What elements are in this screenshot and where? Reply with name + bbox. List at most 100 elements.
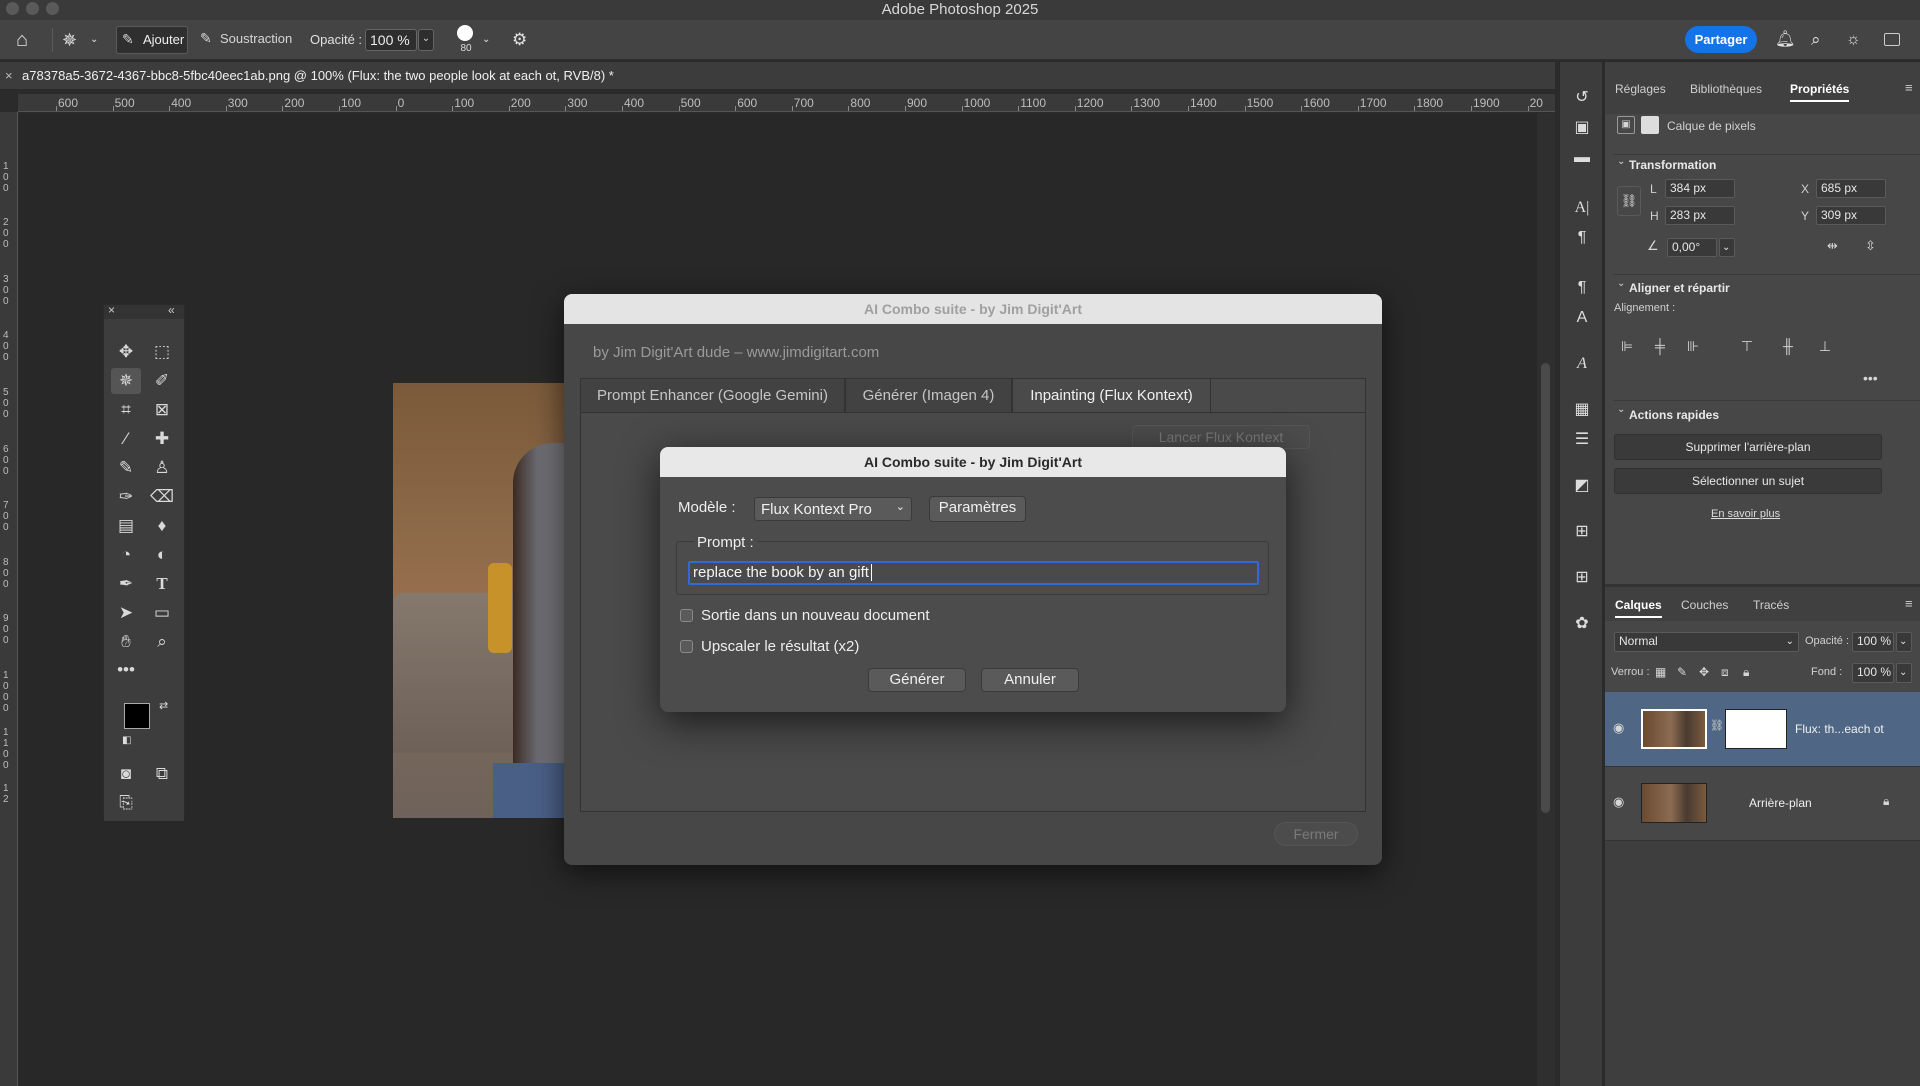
more-options-icon[interactable]: ••• (1863, 370, 1878, 386)
lock-all-icon[interactable]: 🔒︎ (1743, 665, 1749, 680)
collapse-toolbox-icon[interactable]: « (168, 303, 175, 317)
close-window-button[interactable] (6, 2, 19, 15)
chevron-down-icon[interactable]: ⌄ (1617, 156, 1625, 167)
move-tool-icon[interactable]: ✥ (111, 339, 141, 365)
lock-pixels-icon[interactable]: ✎ (1677, 665, 1687, 679)
tab-paths[interactable]: Tracés (1753, 592, 1789, 618)
stamp-tool-icon[interactable]: ♙ (147, 455, 177, 481)
pen-tool-icon[interactable]: ✒ (111, 571, 141, 597)
eraser-tool-icon[interactable]: ⌫ (147, 484, 177, 510)
document-tab[interactable]: × a78378a5-3672-4367-bbc8-5fbc40eec1ab.p… (0, 62, 1555, 90)
dodge-tool-icon[interactable]: ◔ (111, 542, 141, 568)
screen-mode-icon[interactable]: ⧉ (147, 761, 177, 787)
flip-vertical-icon[interactable]: ⇳ (1865, 238, 1876, 254)
prompt-input[interactable]: replace the book by an gift (688, 561, 1259, 585)
tab-channels[interactable]: Couches (1681, 592, 1728, 618)
lightbulb-icon[interactable]: ☼ (1846, 20, 1866, 60)
parameters-button[interactable]: Paramètres (929, 496, 1026, 522)
history-icon[interactable]: ↺ (1570, 86, 1594, 110)
tab-prompt-enhancer[interactable]: Prompt Enhancer (Google Gemini) (580, 378, 845, 412)
notes-icon[interactable]: ☰ (1570, 428, 1594, 452)
quick-selection-tool-icon[interactable]: ✵ (111, 368, 141, 394)
default-colors-icon[interactable]: ◧ (122, 735, 131, 746)
plugin-icon[interactable]: ▣ (1570, 116, 1594, 140)
select-subject-button[interactable]: Sélectionner un sujet (1614, 468, 1882, 494)
layer-opacity-input[interactable]: 100 % (1852, 632, 1894, 652)
search-icon[interactable]: ⌕ (1811, 20, 1831, 60)
panel-menu-icon[interactable]: ≡ (1905, 80, 1913, 95)
adjustments-icon[interactable]: ◩ (1570, 474, 1594, 498)
brush-dropdown-icon[interactable]: ⌄ (482, 20, 494, 60)
layer-row[interactable]: ◉ Arrière-plan 🔒︎ (1605, 766, 1920, 840)
edit-toolbar-icon[interactable]: ⎘ (111, 790, 141, 816)
tab-properties[interactable]: Propriétés (1790, 76, 1850, 102)
type-tool-icon[interactable]: T (147, 571, 177, 597)
zoom-window-button[interactable] (46, 2, 59, 15)
height-input[interactable]: 283 px (1665, 206, 1735, 225)
width-input[interactable]: 384 px (1665, 179, 1735, 198)
layer-opacity-dropdown-icon[interactable]: ⌄ (1896, 632, 1912, 652)
zoom-tool-icon[interactable]: ⌕ (147, 629, 177, 655)
align-bottom-icon[interactable]: ⊥ (1815, 336, 1835, 356)
align-center-h-icon[interactable]: ╪ (1650, 336, 1670, 356)
model-select[interactable]: Flux Kontext Pro ⌄ (754, 497, 912, 521)
libraries-icon[interactable]: ▦ (1570, 398, 1594, 422)
visibility-eye-icon[interactable]: ◉ (1613, 794, 1624, 810)
lock-position-icon[interactable]: ✥ (1699, 665, 1709, 679)
path-selection-tool-icon[interactable]: ➤ (111, 600, 141, 626)
subtract-mode-button[interactable]: ✎ Soustraction (198, 26, 294, 54)
learn-more-link[interactable]: En savoir plus (1711, 508, 1780, 520)
quick-mask-icon[interactable]: ◙ (111, 761, 141, 787)
layer-row[interactable]: ◉ ⛓︎ Flux: th...each ot (1605, 692, 1920, 766)
frame-tool-icon[interactable]: ⊠ (147, 397, 177, 423)
angle-input[interactable]: 0,00° (1667, 238, 1717, 257)
eyedropper-tool-icon[interactable]: ⁄ (111, 426, 141, 452)
more-tools-icon[interactable]: ••• (111, 657, 141, 683)
tab-inpainting[interactable]: Inpainting (Flux Kontext) (1012, 378, 1211, 412)
chevron-down-icon[interactable]: ⌄ (90, 20, 102, 60)
angle-dropdown-icon[interactable]: ⌄ (1719, 238, 1735, 257)
remove-background-button[interactable]: Supprimer l'arrière-plan (1614, 434, 1882, 460)
visibility-eye-icon[interactable]: ◉ (1613, 720, 1624, 736)
align-top-icon[interactable]: ⊤ (1737, 336, 1757, 356)
foreground-color-swatch[interactable] (124, 703, 150, 729)
home-icon[interactable]: ⌂ (16, 20, 40, 60)
close-button[interactable]: Fermer (1274, 822, 1358, 846)
opacity-dropdown-icon[interactable]: ⌄ (418, 29, 434, 51)
minimize-window-button[interactable] (26, 2, 39, 15)
tab-libraries[interactable]: Bibliothèques (1690, 76, 1762, 102)
color-palette-icon[interactable]: ✿ (1570, 612, 1594, 636)
table-icon[interactable]: ⊞ (1570, 520, 1594, 544)
fill-dropdown-icon[interactable]: ⌄ (1896, 663, 1912, 683)
layers-menu-icon[interactable]: ≡ (1905, 596, 1913, 611)
smudge-tool-icon[interactable]: ◐ (147, 542, 177, 568)
document-image[interactable] (393, 383, 568, 818)
blur-tool-icon[interactable]: ♦ (147, 513, 177, 539)
launch-flux-kontext-button[interactable]: Lancer Flux Kontext (1132, 425, 1310, 449)
add-mode-button[interactable]: ✎ Ajouter (116, 26, 188, 54)
paragraph-styles-icon[interactable]: ¶ (1570, 276, 1594, 300)
chevron-down-icon[interactable]: ⌄ (1617, 404, 1625, 415)
swap-colors-icon[interactable]: ⇄ (159, 699, 168, 712)
glyphs-icon[interactable]: A (1570, 352, 1594, 376)
gear-icon[interactable]: ⚙ (512, 20, 532, 60)
character-styles-icon[interactable]: A (1570, 306, 1594, 330)
layer-mask-thumbnail[interactable] (1725, 709, 1787, 749)
lock-transparency-icon[interactable]: ▦ (1655, 665, 1666, 679)
lock-artboard-icon[interactable]: ⧈ (1721, 665, 1729, 680)
y-input[interactable]: 309 px (1816, 206, 1886, 225)
link-icon[interactable]: ⛓︎ (1617, 186, 1641, 216)
rectangle-tool-icon[interactable]: ▭ (147, 600, 177, 626)
blend-mode-select[interactable]: Normal ⌄ (1614, 632, 1799, 652)
horizontal-ruler[interactable]: 600 500 400 300 200 100 0 100 200 300 400 500 600 700… (18, 94, 1555, 112)
mask-link-icon[interactable]: ⛓︎ (1710, 719, 1724, 732)
align-left-icon[interactable]: ⊫ (1617, 336, 1637, 356)
tab-generate[interactable]: Générer (Imagen 4) (845, 378, 1012, 412)
flip-horizontal-icon[interactable]: ⇹ (1827, 238, 1838, 254)
chevron-down-icon[interactable]: ⌄ (1617, 278, 1625, 289)
bell-icon[interactable]: 🔔︎ (1775, 20, 1795, 60)
generate-button[interactable]: Générer (868, 668, 966, 692)
paragraph-icon[interactable]: ¶ (1570, 226, 1594, 250)
marquee-tool-icon[interactable]: ⬚ (147, 339, 177, 365)
align-center-v-icon[interactable]: ╫ (1778, 336, 1798, 356)
